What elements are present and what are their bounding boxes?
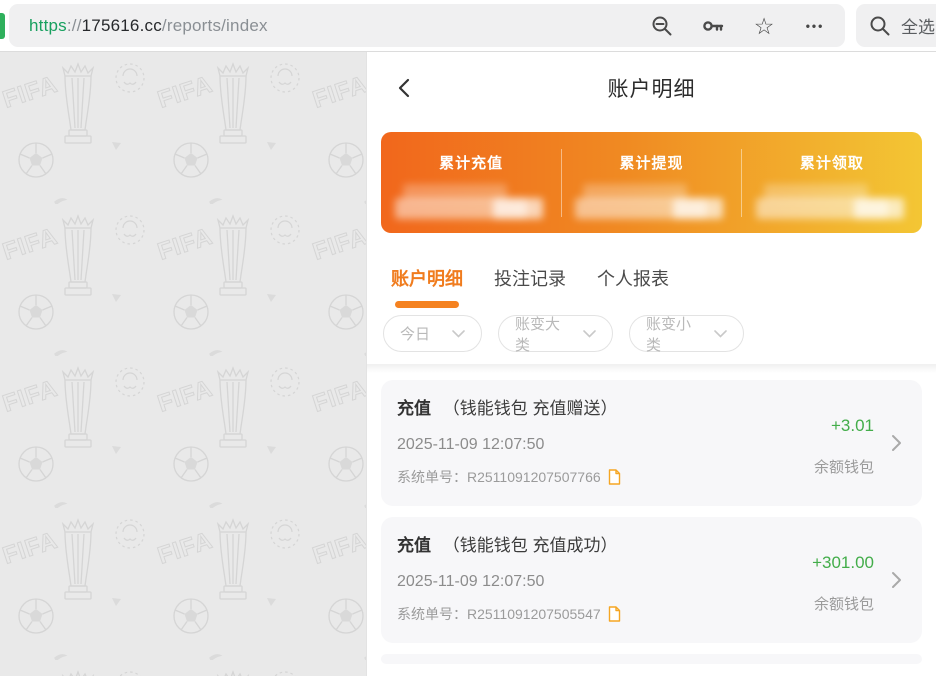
chevron-down-icon	[452, 330, 465, 338]
transaction-amount: +301.00	[812, 553, 874, 573]
wallet-type: 余额钱包	[814, 456, 874, 477]
url-separator: ://	[67, 16, 82, 35]
transaction-title-row: 充值 （钱能钱包 充值赠送）	[397, 398, 906, 420]
search-icon	[868, 14, 892, 38]
password-key-icon[interactable]	[701, 14, 725, 38]
summary-label: 累计提现	[619, 152, 683, 173]
transaction-card[interactable]: 充值 （钱能钱包 充值成功） 2025-11-09 12:07:50 系统单号：…	[381, 517, 922, 643]
chevron-right-icon[interactable]	[891, 571, 902, 589]
chevron-down-icon	[583, 330, 596, 338]
transaction-detail: （钱能钱包 充值成功）	[443, 536, 618, 555]
more-options-icon[interactable]: •••	[803, 14, 827, 38]
filter-label: 账变大类	[515, 313, 573, 355]
tab-favicon-sliver	[0, 13, 5, 39]
side-search-box[interactable]: 全选	[856, 4, 936, 47]
tab-betting-records[interactable]: 投注记录	[494, 267, 566, 291]
page-header: 账户明细	[367, 52, 936, 124]
active-tab-indicator	[395, 301, 459, 308]
summary-label: 累计充值	[439, 152, 503, 173]
transaction-card-partial[interactable]	[381, 654, 922, 664]
bookmark-star-icon[interactable]: ☆	[752, 14, 776, 38]
url-scheme: https	[29, 16, 67, 35]
transaction-amount: +3.01	[831, 416, 874, 436]
filter-major-category-dropdown[interactable]: 账变大类	[498, 315, 613, 352]
hidden-amount-blur	[575, 184, 727, 220]
hidden-amount-blur	[395, 184, 547, 220]
screen: https://175616.cc/reports/index ☆ •••	[0, 0, 936, 676]
summary-total-recharge: 累计充值	[381, 132, 561, 233]
page-title: 账户明细	[608, 73, 696, 103]
url-path: /reports/index	[162, 16, 268, 35]
transaction-type: 充值	[397, 399, 431, 418]
list-top-shadow	[367, 364, 936, 373]
copy-icon[interactable]	[608, 469, 621, 485]
tab-bar: 账户明细 投注记录 个人报表	[391, 267, 936, 291]
side-search-label: 全选	[901, 13, 935, 38]
filter-date-dropdown[interactable]: 今日	[383, 315, 482, 352]
order-label: 系统单号：	[397, 605, 467, 623]
filter-label: 今日	[400, 323, 430, 344]
content: FIFA	[0, 52, 936, 676]
zoom-out-icon[interactable]	[650, 14, 674, 38]
transaction-datetime: 2025-11-09 12:07:50	[397, 434, 906, 456]
transaction-card[interactable]: 充值 （钱能钱包 充值赠送） 2025-11-09 12:07:50 系统单号：…	[381, 380, 922, 506]
summary-total-claimed: 累计领取	[742, 132, 922, 233]
browser-actions: ☆ •••	[650, 14, 827, 38]
tab-account-details[interactable]: 账户明细	[391, 267, 463, 291]
order-label: 系统单号：	[397, 468, 467, 486]
filter-label: 账变小类	[646, 313, 704, 355]
back-button[interactable]	[393, 76, 417, 100]
summary-divider	[741, 149, 742, 217]
account-details-panel: 账户明细 累计充值 累计提现 累计领取	[366, 52, 936, 676]
transaction-datetime: 2025-11-09 12:07:50	[397, 571, 906, 593]
copy-icon[interactable]	[608, 606, 621, 622]
browser-toolbar: https://175616.cc/reports/index ☆ •••	[0, 0, 936, 52]
summary-divider	[561, 149, 562, 217]
address-bar[interactable]: https://175616.cc/reports/index ☆ •••	[9, 4, 845, 47]
summary-card: 累计充值 累计提现 累计领取	[381, 132, 922, 233]
tab-label: 个人报表	[597, 269, 669, 289]
tab-label: 投注记录	[494, 269, 566, 289]
transaction-list: 充值 （钱能钱包 充值赠送） 2025-11-09 12:07:50 系统单号：…	[367, 373, 936, 664]
tab-label: 账户明细	[391, 269, 463, 289]
hidden-amount-blur	[756, 184, 908, 220]
wallet-type: 余额钱包	[814, 593, 874, 614]
order-number: R2511091207505547	[467, 605, 601, 623]
background-pattern-panel: FIFA	[0, 52, 366, 676]
fifa-pattern: FIFA	[0, 52, 366, 676]
order-number: R2511091207507766	[467, 468, 601, 486]
filter-bar: 今日 账变大类 账变小类	[383, 315, 920, 352]
transaction-detail: （钱能钱包 充值赠送）	[443, 399, 618, 418]
transaction-type: 充值	[397, 536, 431, 555]
chevron-down-icon	[714, 330, 727, 338]
url-text[interactable]: https://175616.cc/reports/index	[29, 16, 268, 36]
url-host: 175616.cc	[82, 16, 162, 35]
filter-minor-category-dropdown[interactable]: 账变小类	[629, 315, 744, 352]
tab-personal-report[interactable]: 个人报表	[597, 267, 669, 291]
summary-total-withdraw: 累计提现	[561, 132, 741, 233]
summary-label: 累计领取	[800, 152, 864, 173]
chevron-right-icon[interactable]	[891, 434, 902, 452]
